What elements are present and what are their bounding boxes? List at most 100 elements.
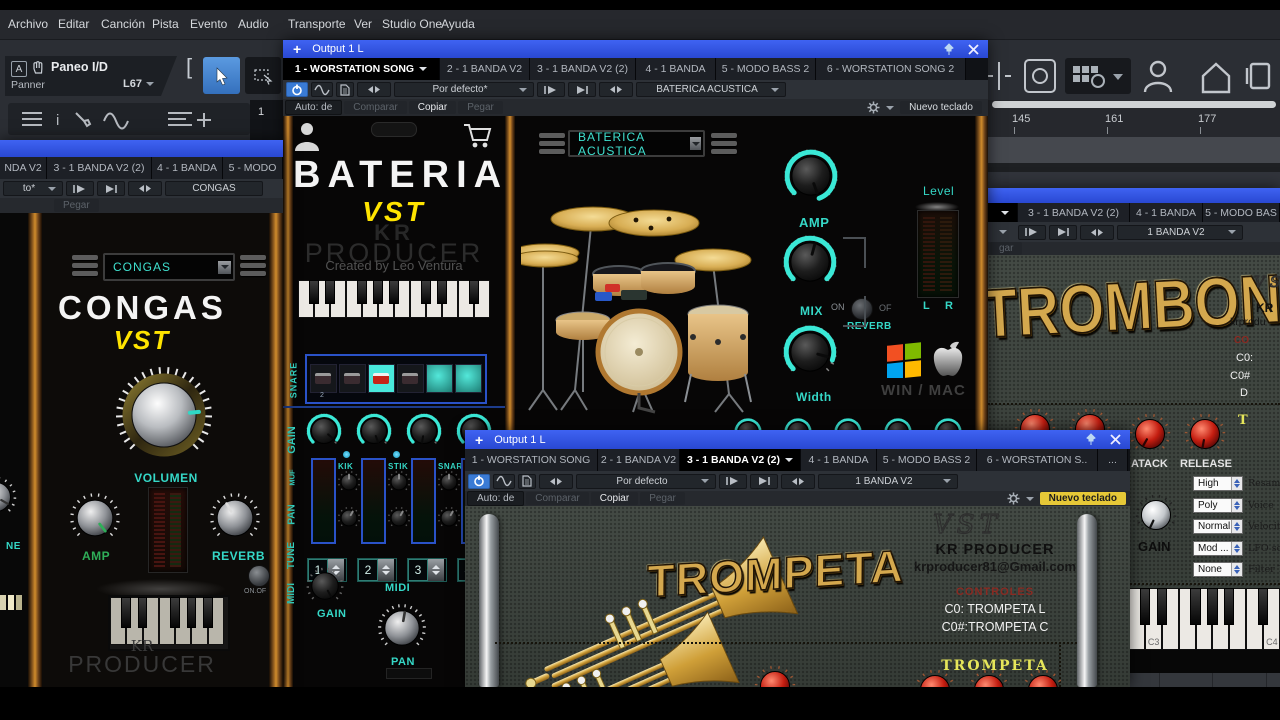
patch-prev-next[interactable] bbox=[599, 82, 633, 97]
piano-key-black[interactable] bbox=[421, 280, 431, 304]
next-event-button[interactable] bbox=[719, 473, 747, 489]
edit-view-toolbar[interactable]: i bbox=[8, 103, 250, 135]
drum-pad[interactable] bbox=[397, 364, 424, 393]
preset-file-button[interactable] bbox=[336, 82, 354, 97]
preset-dropdown[interactable]: Por defecto bbox=[576, 473, 716, 489]
drum-pad[interactable] bbox=[368, 364, 395, 393]
menu-ayuda[interactable]: Ayuda bbox=[441, 10, 475, 38]
tab-4-1-banda[interactable]: 4 - 1 BANDA bbox=[801, 449, 877, 471]
tune-knob-kik[interactable] bbox=[337, 506, 361, 530]
end-event-button[interactable] bbox=[97, 181, 125, 196]
tab-6-worstation-s-[interactable]: 6 - WORSTATION S.. bbox=[977, 449, 1098, 471]
range-tool-icon[interactable]: [ bbox=[186, 54, 192, 80]
add-tab-button[interactable]: + bbox=[475, 433, 483, 447]
copiar-button[interactable]: Copiar bbox=[590, 492, 639, 505]
marquee-tool-button[interactable] bbox=[245, 57, 281, 94]
mix-knob[interactable] bbox=[781, 233, 839, 291]
comparar-button[interactable]: Comparar bbox=[344, 101, 407, 114]
menu-canci-n[interactable]: Canción bbox=[101, 10, 145, 38]
next-event-button[interactable] bbox=[66, 181, 94, 196]
kit-selector-lcd[interactable]: BATERICA ACUSTICA bbox=[568, 130, 705, 158]
end-event-button[interactable] bbox=[568, 82, 596, 97]
tab--[interactable]: ... bbox=[1098, 449, 1128, 471]
dropdown-value-box[interactable]: Mod ... bbox=[1193, 540, 1243, 556]
tab-3-1-banda-v2-2-[interactable]: 3 - 1 BANDA V2 (2) bbox=[530, 58, 636, 80]
patch-dropdown[interactable]: CONGAS bbox=[165, 181, 263, 196]
mini-keyboard[interactable]: C3 C4 bbox=[1128, 588, 1280, 650]
piano-key-black[interactable] bbox=[325, 280, 335, 304]
piano-key-black[interactable] bbox=[121, 597, 132, 628]
tab-2-1-banda-v2[interactable]: 2 - 1 BANDA V2 bbox=[598, 449, 680, 471]
pan-knob-snare[interactable] bbox=[437, 470, 461, 494]
menu-archivo[interactable]: Archivo bbox=[8, 10, 48, 38]
tab-3-1-banda-v2-2-[interactable]: 3 - 1 BANDA V2 (2) bbox=[680, 449, 801, 471]
dropdown-value-box[interactable]: None bbox=[1193, 562, 1243, 577]
next-event-button[interactable] bbox=[537, 82, 565, 97]
tab-5-modo[interactable]: 5 - MODO bbox=[223, 157, 283, 179]
mixer-gain-knob[interactable] bbox=[355, 412, 393, 450]
mixer-gain-knob[interactable] bbox=[405, 412, 443, 450]
tab-4-1-banda[interactable]: 4 - 1 BANDA bbox=[636, 58, 716, 80]
next-event-button[interactable] bbox=[1018, 224, 1046, 240]
kit-selector-caret[interactable] bbox=[690, 137, 701, 150]
piano-key-black[interactable] bbox=[469, 280, 479, 304]
tune-knob-snare[interactable] bbox=[437, 506, 461, 530]
piano-key-black[interactable] bbox=[137, 597, 148, 628]
trompeta-knob[interactable] bbox=[967, 668, 1011, 687]
timeline-ruler[interactable]: 145 161 177 bbox=[988, 109, 1280, 137]
piano-key-black[interactable] bbox=[186, 597, 197, 628]
bypass-power-button[interactable] bbox=[468, 473, 490, 489]
copiar-button[interactable]: Copiar bbox=[408, 101, 457, 114]
menu-editar[interactable]: Editar bbox=[58, 10, 89, 38]
tab-4-1-banda[interactable]: 4 - 1 BANDA bbox=[1130, 203, 1203, 222]
piano-key-black[interactable] bbox=[170, 597, 181, 628]
pin-icon[interactable] bbox=[1085, 433, 1097, 446]
parameter-inspector[interactable]: A Paneo I/D Panner L67 bbox=[5, 56, 177, 96]
piano-key-black[interactable] bbox=[202, 597, 213, 628]
patch-prev-next[interactable] bbox=[128, 181, 162, 196]
midi-channel-selector[interactable]: 2 bbox=[357, 558, 397, 582]
window-titlebar[interactable] bbox=[0, 140, 283, 157]
amp-knob[interactable] bbox=[782, 147, 840, 205]
menu-audio[interactable]: Audio bbox=[238, 10, 269, 38]
tab-5-modo-bass-2[interactable]: 5 - MODO BASS 2 bbox=[716, 58, 816, 80]
pegar-button[interactable]: gar bbox=[990, 242, 1023, 255]
congas-lcd[interactable]: CONGAS bbox=[103, 253, 235, 281]
piano-key-black[interactable] bbox=[1156, 588, 1167, 626]
piano-key-black[interactable] bbox=[1258, 588, 1269, 626]
patch-prev-next[interactable] bbox=[1080, 224, 1114, 240]
tab-1-worstation-song[interactable]: 1 - WORSTATION SONG bbox=[465, 449, 598, 471]
congas-reverb-knob[interactable] bbox=[208, 491, 262, 545]
preset-file-button[interactable] bbox=[518, 473, 536, 489]
midi-channel-selector[interactable]: 3 bbox=[407, 558, 447, 582]
drum-pad[interactable]: 2 bbox=[310, 364, 337, 399]
auto-button[interactable]: Auto: de bbox=[285, 100, 343, 115]
tab-5-modo-bass-2[interactable]: 5 - MODO BASS 2 bbox=[877, 449, 977, 471]
dropdown-value-box[interactable]: High bbox=[1193, 476, 1243, 491]
arrow-tool-button[interactable] bbox=[203, 57, 240, 94]
piano-key-black[interactable] bbox=[1139, 588, 1150, 626]
preset-dropdown[interactable]: to* bbox=[3, 181, 63, 196]
patch-dropdown[interactable]: BATERICA ACUSTICA bbox=[636, 82, 786, 97]
menu-ver[interactable]: Ver bbox=[354, 10, 372, 38]
onoff-button[interactable] bbox=[248, 565, 270, 587]
piano-key-black[interactable] bbox=[437, 280, 447, 304]
drum-pad[interactable] bbox=[426, 364, 453, 393]
piano-key-black[interactable] bbox=[357, 280, 367, 304]
end-event-button[interactable] bbox=[1049, 224, 1077, 240]
horizontal-scrollbar[interactable] bbox=[992, 101, 1276, 108]
tab-stub[interactable] bbox=[988, 203, 1018, 222]
gear-caret[interactable] bbox=[1025, 496, 1034, 501]
patch-dropdown[interactable]: 1 BANDA V2 bbox=[1117, 224, 1243, 240]
midi-spinner[interactable] bbox=[428, 559, 444, 581]
menu-pista[interactable]: Pista bbox=[152, 10, 179, 38]
pan-value[interactable]: L67 bbox=[123, 78, 154, 90]
piano-key-black[interactable] bbox=[1190, 588, 1201, 626]
plugin-window-congas[interactable]: NDA V2 3 - 1 BANDA V2 (2) 4 - 1 BANDA 5 - M… bbox=[0, 140, 283, 687]
piano-key-black[interactable] bbox=[373, 280, 383, 304]
bottom-pan-knob[interactable] bbox=[376, 602, 428, 654]
pegar-button[interactable]: Pegar bbox=[458, 101, 503, 114]
drum-pad[interactable] bbox=[339, 364, 366, 393]
pegar-button[interactable]: Pegar bbox=[54, 199, 99, 212]
congas-lcd-caret[interactable] bbox=[218, 260, 231, 274]
